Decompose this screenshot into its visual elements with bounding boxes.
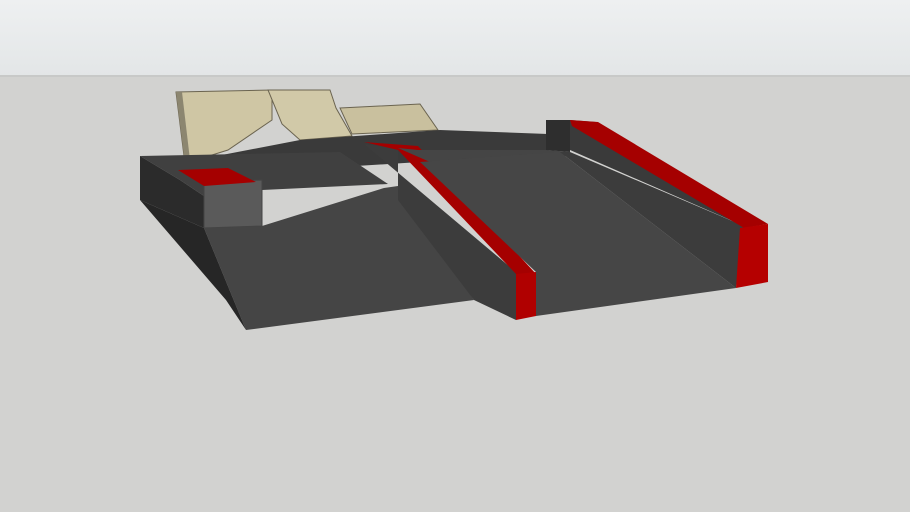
skatepark-model[interactable] <box>0 0 910 512</box>
quarter-pipe-right[interactable] <box>339 103 439 135</box>
middle-rail-end <box>516 272 536 320</box>
quarter-pipe-middle[interactable] <box>267 89 353 141</box>
right-rail-end <box>736 224 768 288</box>
3d-viewport[interactable] <box>0 0 910 512</box>
